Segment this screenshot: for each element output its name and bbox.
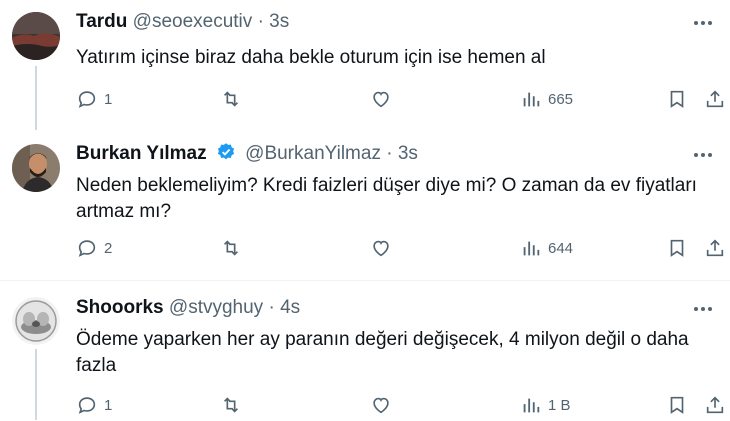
verified-badge-icon <box>216 142 236 169</box>
action-bar: 1 665 <box>70 85 724 115</box>
display-name[interactable]: Burkan Yılmaz <box>76 143 207 164</box>
retweet-button[interactable] <box>220 88 248 110</box>
analytics-icon <box>520 394 542 416</box>
bookmark-icon <box>666 88 688 110</box>
view-count: 665 <box>548 90 574 108</box>
heart-icon <box>370 237 392 259</box>
username-handle[interactable]: @stvyghuy <box>169 297 263 318</box>
share-icon <box>704 394 726 416</box>
retweet-icon <box>220 88 242 110</box>
bookmark-icon <box>666 394 688 416</box>
action-bar: 2 644 <box>70 234 724 264</box>
view-count: 1 B <box>548 396 571 414</box>
reply-count: 2 <box>104 239 113 257</box>
timestamp[interactable]: 3s <box>398 143 418 164</box>
views-button[interactable]: 1 B <box>520 394 571 416</box>
tweet-text: Yatırım içinse biraz daha bekle oturum i… <box>76 47 546 68</box>
reply-count: 1 <box>104 396 113 414</box>
reply-button[interactable]: 1 <box>76 88 112 110</box>
retweet-icon <box>220 394 242 416</box>
like-button[interactable] <box>370 88 398 110</box>
heart-icon <box>370 394 392 416</box>
thread-line <box>35 66 37 130</box>
action-bar: 1 1 B <box>70 391 724 421</box>
analytics-icon <box>520 237 542 259</box>
separator-dot: · <box>386 143 393 164</box>
separator-dot: · <box>257 11 264 32</box>
reply-button[interactable]: 2 <box>76 237 112 259</box>
retweet-icon <box>220 237 242 259</box>
more-options-icon[interactable] <box>692 12 714 34</box>
display-name[interactable]: Shooorks <box>76 297 164 318</box>
tweet-3[interactable]: Shooorks @stvyghuy · 4s Ödeme yaparken h… <box>0 281 730 420</box>
reply-icon <box>76 237 98 259</box>
like-button[interactable] <box>370 237 398 259</box>
thread-line <box>35 349 37 420</box>
reply-count: 1 <box>104 90 113 108</box>
reply-button[interactable]: 1 <box>76 394 112 416</box>
share-icon <box>704 88 726 110</box>
tweet-text: Neden beklemeliyim? Kredi faizleri düşer… <box>76 175 697 222</box>
share-button[interactable] <box>704 394 726 416</box>
share-button[interactable] <box>704 237 726 259</box>
heart-icon <box>370 88 392 110</box>
analytics-icon <box>520 88 542 110</box>
username-handle[interactable]: @seoexecutiv <box>133 11 253 32</box>
bookmark-button[interactable] <box>666 394 688 416</box>
retweet-button[interactable] <box>220 237 248 259</box>
share-icon <box>704 237 726 259</box>
views-button[interactable]: 665 <box>520 88 573 110</box>
share-button[interactable] <box>704 88 726 110</box>
avatar[interactable] <box>12 12 60 60</box>
retweet-button[interactable] <box>220 394 248 416</box>
more-options-icon[interactable] <box>692 144 714 166</box>
tweet-text: Ödeme yaparken her ay paranın değeri değ… <box>76 329 689 376</box>
view-count: 644 <box>548 239 574 257</box>
username-handle[interactable]: @BurkanYilmaz <box>245 143 381 164</box>
tweet-2[interactable]: Burkan Yılmaz @BurkanYilmaz · 3s Neden b… <box>0 130 730 280</box>
reply-icon <box>76 394 98 416</box>
timestamp[interactable]: 4s <box>280 297 300 318</box>
views-button[interactable]: 644 <box>520 237 573 259</box>
reply-icon <box>76 88 98 110</box>
separator-dot: · <box>268 297 275 318</box>
like-button[interactable] <box>370 394 398 416</box>
more-options-icon[interactable] <box>692 298 714 320</box>
bookmark-icon <box>666 237 688 259</box>
avatar[interactable] <box>12 144 60 192</box>
timestamp[interactable]: 3s <box>269 11 289 32</box>
bookmark-button[interactable] <box>666 237 688 259</box>
tweet-1[interactable]: Tardu @seoexecutiv · 3s Yatırım içinse b… <box>0 0 730 130</box>
bookmark-button[interactable] <box>666 88 688 110</box>
avatar[interactable] <box>12 297 60 345</box>
display-name[interactable]: Tardu <box>76 11 127 32</box>
